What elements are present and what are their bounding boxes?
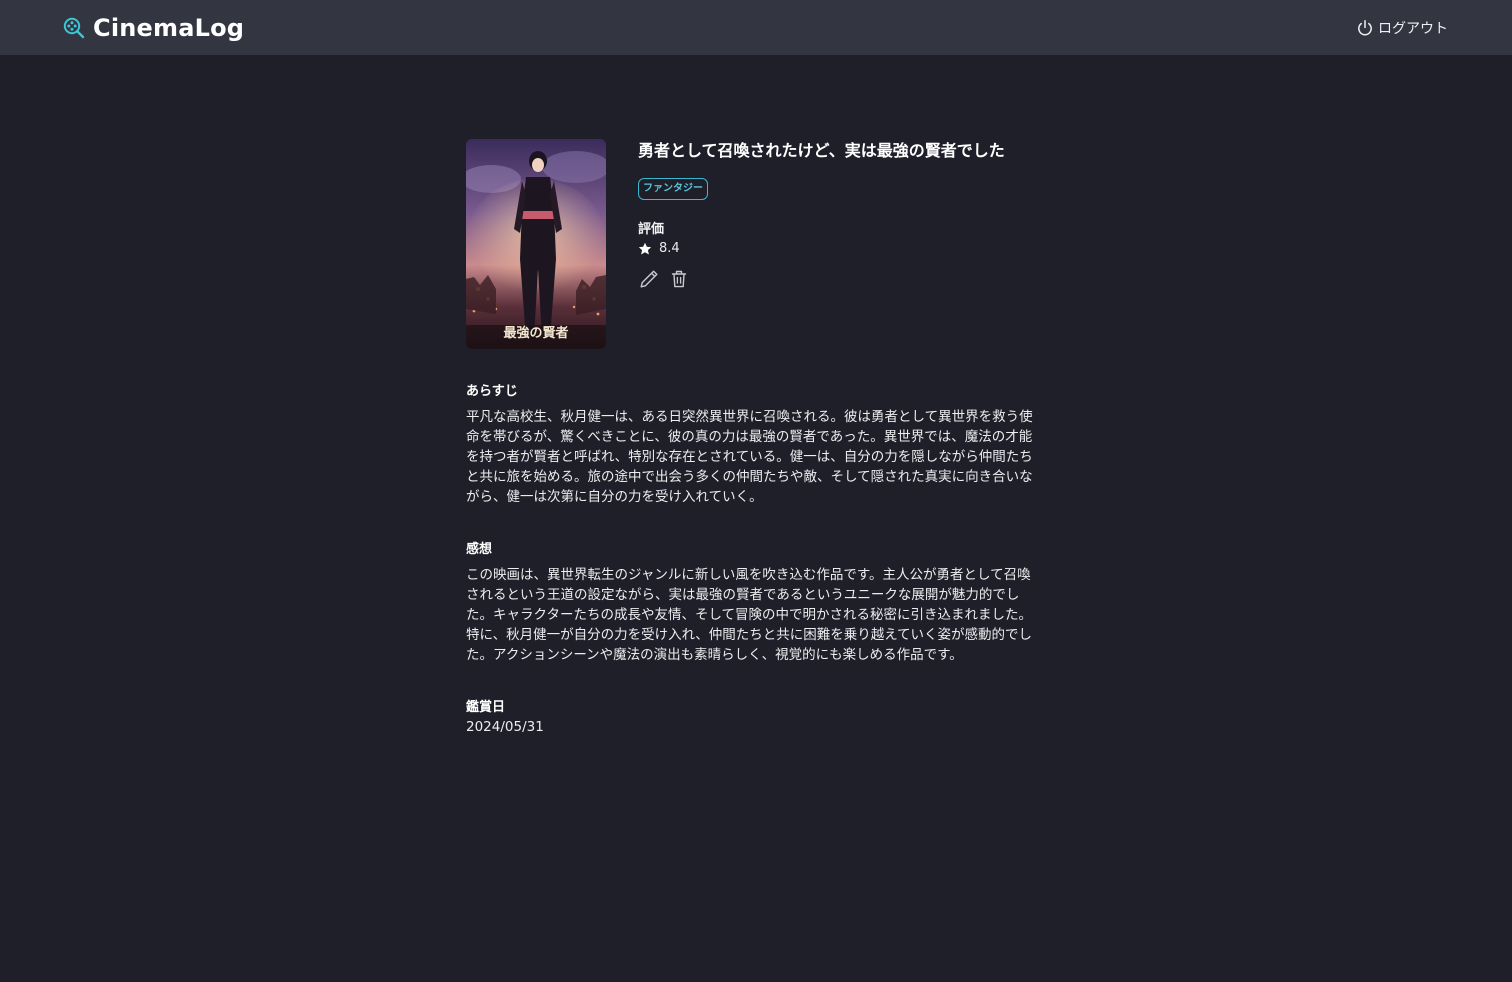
brand-logo[interactable]: CinemaLog bbox=[63, 14, 244, 42]
movie-actions bbox=[638, 268, 1005, 290]
rating-row: 8.4 bbox=[638, 241, 1005, 256]
film-search-icon bbox=[63, 17, 85, 38]
review-label: 感想 bbox=[466, 542, 493, 557]
poster-title-text: 最強の賢者 bbox=[503, 325, 568, 341]
logout-label: ログアウト bbox=[1378, 20, 1448, 37]
top-navbar: CinemaLog ログアウト bbox=[0, 0, 1512, 55]
movie-poster: 最強の賢者 bbox=[466, 139, 606, 349]
review-section: 感想 この映画は、異世界転生のジャンルに新しい風を吹き込む作品です。主人公が勇者… bbox=[466, 541, 1046, 665]
pencil-icon[interactable] bbox=[638, 268, 660, 290]
synopsis-text: 平凡な高校生、秋月健一は、ある日突然異世界に召喚される。彼は勇者として異世界を救… bbox=[466, 409, 1033, 505]
watched-date-section: 鑑賞日 2024/05/31 bbox=[466, 699, 1046, 737]
logout-button[interactable]: ログアウト bbox=[1356, 18, 1448, 38]
movie-info: 勇者として召喚されたけど、実は最強の賢者でした ファンタジー 評価 8.4 bbox=[638, 139, 1005, 349]
watched-date-value: 2024/05/31 bbox=[466, 719, 544, 735]
review-text: この映画は、異世界転生のジャンルに新しい風を吹き込む作品です。主人公が勇者として… bbox=[466, 567, 1033, 663]
movie-detail: 最強の賢者 勇者として召喚されたけど、実は最強の賢者でした ファンタジー 評価 … bbox=[466, 139, 1046, 737]
movie-hero: 最強の賢者 勇者として召喚されたけど、実は最強の賢者でした ファンタジー 評価 … bbox=[466, 139, 1046, 349]
synopsis-label: あらすじ bbox=[466, 384, 518, 399]
star-icon bbox=[638, 242, 652, 254]
genre-tag: ファンタジー bbox=[638, 178, 708, 200]
brand-name: CinemaLog bbox=[93, 13, 245, 42]
movie-title: 勇者として召喚されたけど、実は最強の賢者でした bbox=[638, 141, 1005, 160]
rating-label: 評価 bbox=[638, 222, 665, 237]
power-icon bbox=[1358, 19, 1372, 35]
watched-date-label: 鑑賞日 bbox=[466, 700, 506, 715]
rating-value: 8.4 bbox=[659, 241, 680, 256]
synopsis-section: あらすじ 平凡な高校生、秋月健一は、ある日突然異世界に召喚される。彼は勇者として… bbox=[466, 383, 1046, 507]
trash-icon[interactable] bbox=[668, 268, 690, 290]
